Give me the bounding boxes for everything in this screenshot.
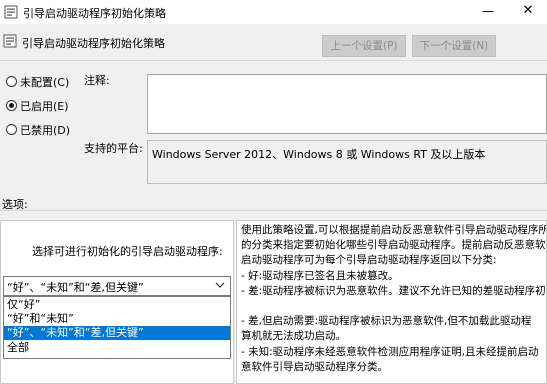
supported-platform-value: Windows Server 2012、Windows 8 或 Windows …	[152, 148, 486, 161]
dropdown-option-good-unknown-bad-critical[interactable]: “好”、“未知”和“差,但关键”	[4, 326, 230, 340]
section-divider	[0, 210, 547, 211]
window-title: 引导启动驱动程序初始化策略	[23, 7, 166, 20]
help-line: 意软件引导启动驱动程序分类。	[241, 360, 388, 373]
previous-setting-button[interactable]: 上一个设置(P)	[322, 35, 406, 57]
help-line: - 好:驱动程序已签名且未被篡改。	[241, 269, 399, 282]
dropdown-option-good-only[interactable]: 仅“好”	[4, 298, 230, 312]
not-configured-label[interactable]: 未配置(C)	[20, 74, 69, 90]
help-line	[241, 299, 546, 314]
help-line: 的分类来指定要初始化哪些引导启动驱动程序。提前启动反恶意软	[241, 239, 546, 252]
help-line: 启动驱动程序可为每个引导启动驱动程序返回以下分类:	[241, 254, 497, 267]
disabled-label[interactable]: 已禁用(D)	[20, 122, 70, 138]
combobox-selected-value: “好”、“未知”和“差,但关键”	[7, 281, 144, 294]
help-line: - 差:驱动程序被标识为恶意软件。建议不允许已知的差驱动程序初	[241, 284, 546, 297]
supported-platform-label: 支持的平台:	[84, 142, 143, 155]
next-setting-button[interactable]: 下一个设置(N)	[412, 35, 496, 57]
policy-title: 引导启动驱动程序初始化策略	[22, 37, 165, 50]
disabled-radio[interactable]	[6, 124, 17, 135]
help-line: - 差,但启动需要:驱动程序被标识为恶意软件,但不加载此驱动程	[241, 315, 532, 328]
comment-field[interactable]	[147, 74, 547, 134]
enabled-radio[interactable]	[6, 100, 17, 111]
chevron-down-icon[interactable]	[214, 278, 226, 292]
not-configured-radio[interactable]	[6, 76, 17, 87]
close-button[interactable]: ✕	[515, 2, 541, 20]
help-text: 使用此策略设置,可以根据提前启动反恶意软件引导启动驱动程序所 的分类来指定要初始…	[241, 223, 547, 375]
comment-label: 注释:	[84, 74, 110, 87]
minimize-button[interactable]: —	[475, 2, 501, 20]
policy-settings-icon	[4, 5, 18, 19]
help-panel: 使用此策略设置,可以根据提前启动反恶意软件引导启动驱动程序所 的分类来指定要初始…	[236, 220, 547, 384]
policy-settings-icon	[3, 34, 17, 48]
dropdown-option-all[interactable]: 全部	[4, 341, 230, 355]
options-section-label: 选项:	[2, 198, 28, 211]
enabled-label[interactable]: 已启用(E)	[20, 98, 69, 114]
help-line: 使用此策略设置,可以根据提前启动反恶意软件引导启动驱动程序所	[241, 224, 547, 236]
options-prompt: 选择可进行初始化的引导启动驱动程序:	[32, 245, 223, 258]
header-divider	[0, 60, 547, 61]
help-line: - 未知:驱动程序未经恶意软件检测应用程序证明,且未经提前启动	[241, 345, 539, 358]
help-line: 算机就无法成功启动。	[241, 330, 346, 343]
dropdown-option-good-unknown[interactable]: “好”和“未知”	[4, 312, 230, 326]
